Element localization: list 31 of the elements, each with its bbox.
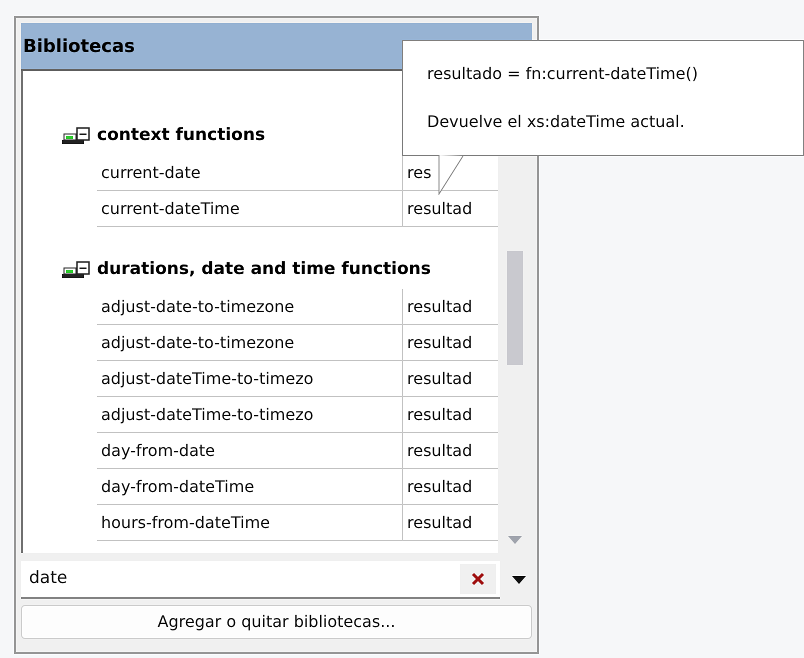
function-result: resultad bbox=[407, 332, 472, 354]
function-result: res bbox=[407, 162, 432, 184]
function-result: resultad bbox=[407, 404, 472, 426]
function-result: resultad bbox=[407, 296, 472, 318]
function-name[interactable]: adjust-date-to-timezone bbox=[97, 325, 403, 360]
function-name[interactable]: adjust-date-to-timezone bbox=[97, 289, 403, 324]
clear-button[interactable] bbox=[460, 564, 496, 594]
function-result: resultad bbox=[407, 476, 472, 498]
group-title: context functions bbox=[97, 124, 266, 148]
group-title: durations, date and time functions bbox=[97, 258, 431, 282]
function-result: resultad bbox=[407, 512, 472, 534]
scrollbar-thumb[interactable] bbox=[507, 251, 523, 365]
function-name[interactable]: hours-from-dateTime bbox=[97, 505, 403, 540]
function-name[interactable]: adjust-dateTime-to-timezo bbox=[97, 397, 403, 432]
add-libraries-button[interactable]: Agregar o quitar bibliotecas... bbox=[21, 605, 532, 639]
dropdown-icon[interactable] bbox=[512, 576, 526, 584]
function-result: resultad bbox=[407, 198, 472, 220]
function-name[interactable]: day-from-dateTime bbox=[97, 469, 403, 504]
close-icon bbox=[471, 572, 485, 586]
function-description: Devuelve el xs:dateTime actual. bbox=[427, 111, 686, 133]
search-input[interactable]: date bbox=[29, 566, 460, 592]
search-field[interactable]: date bbox=[21, 561, 500, 599]
library-icon[interactable] bbox=[61, 260, 93, 280]
function-signature: resultado = fn:current-dateTime() bbox=[427, 63, 699, 85]
function-name[interactable]: day-from-date bbox=[97, 433, 403, 468]
function-result: resultad bbox=[407, 440, 472, 462]
panel-title: Bibliotecas bbox=[23, 34, 135, 58]
function-name[interactable]: current-dateTime bbox=[97, 191, 403, 226]
function-name[interactable]: adjust-dateTime-to-timezo bbox=[97, 361, 403, 396]
function-result: resultad bbox=[407, 368, 472, 390]
library-icon[interactable] bbox=[61, 126, 93, 146]
